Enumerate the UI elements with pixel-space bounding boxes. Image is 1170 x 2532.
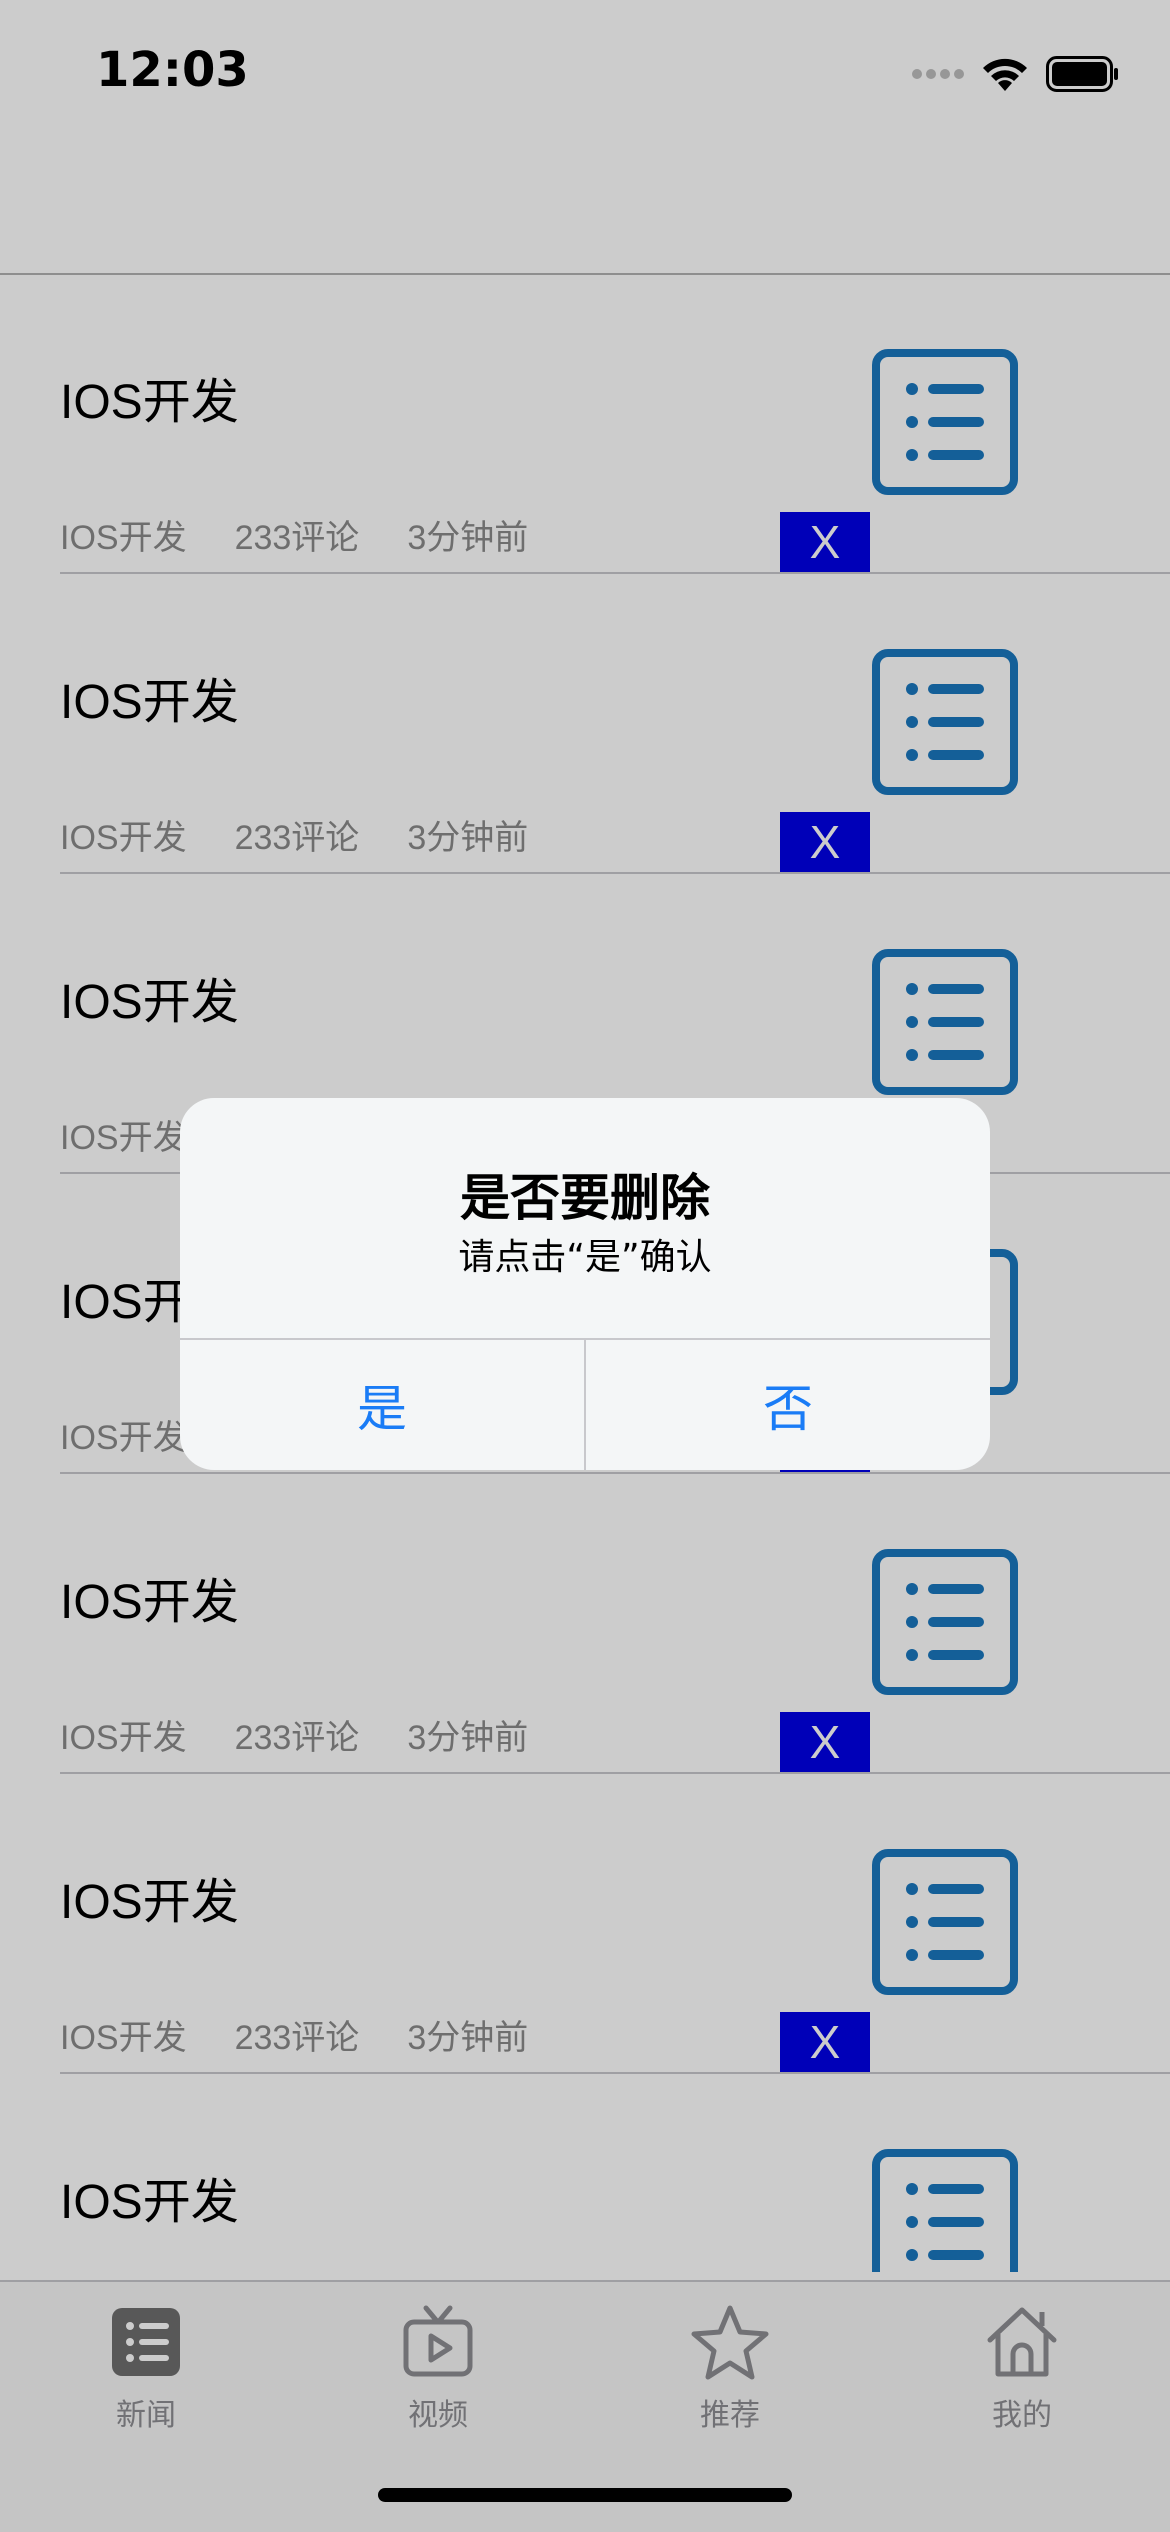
alert-message: 请点击“是”确认 <box>458 1237 712 1278</box>
alert-title: 是否要删除 <box>460 1169 710 1227</box>
cancel-button[interactable]: 否 <box>586 1340 990 1470</box>
confirm-button[interactable]: 是 <box>180 1340 584 1470</box>
delete-confirm-alert: 是否要删除 请点击“是”确认 是 否 <box>180 1098 990 1470</box>
